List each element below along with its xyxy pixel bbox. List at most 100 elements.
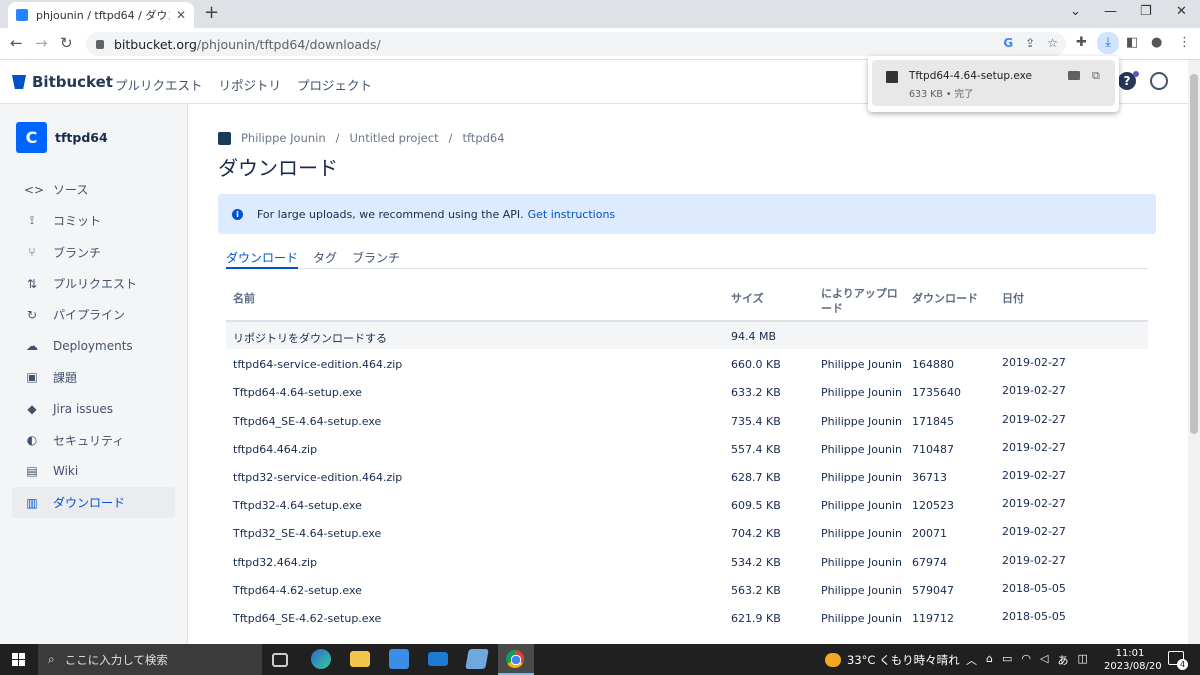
minimize-icon[interactable]: — — [1104, 4, 1117, 19]
share-icon[interactable]: ⇪ — [1025, 36, 1035, 50]
file-name-link[interactable]: Tftpd32_SE-4.64-setup.exe — [233, 527, 381, 540]
user-avatar-icon[interactable] — [1150, 72, 1168, 90]
repo-header[interactable]: C tftpd64 — [16, 122, 108, 153]
file-explorer-icon[interactable] — [350, 651, 370, 667]
sidebar-item[interactable]: ⇅ プルリクエスト — [12, 268, 175, 299]
repo-download-link[interactable]: リポジトリをダウンロードする — [233, 330, 387, 346]
table-row: Tftpd32_SE-4.64-setup.exe 704.2 KB Philipp… — [226, 519, 1148, 548]
file-name-link[interactable]: Tftpd64_SE-4.62-setup.exe — [233, 612, 381, 625]
file-name-link[interactable]: Tftpd32-4.64-setup.exe — [233, 499, 362, 512]
sidebar-item[interactable]: ▣ 課題 — [12, 362, 175, 393]
uploader-name: Philippe Jounin — [821, 611, 902, 625]
bitbucket-logo-icon — [12, 75, 26, 89]
weather-text: 33°C くもり時々晴れ — [847, 653, 960, 667]
open-file-icon[interactable]: ⧉ — [1092, 69, 1100, 83]
sidebar-item[interactable]: ▥ ダウンロード — [12, 486, 175, 519]
file-size: 633.2 KB — [731, 386, 781, 400]
top-nav: プルリクエスト リポジトリ プロジェクト — [115, 75, 372, 94]
file-name-link[interactable]: tftpd64-service-edition.464.zip — [233, 358, 402, 371]
breadcrumb-project[interactable]: Untitled project — [350, 131, 439, 145]
breadcrumb-repo[interactable]: tftpd64 — [462, 131, 504, 145]
file-icon — [886, 71, 898, 83]
nav-repositories[interactable]: リポジトリ — [219, 75, 282, 94]
close-window-icon[interactable]: ✕ — [1176, 4, 1187, 19]
nav-projects[interactable]: プロジェクト — [297, 75, 372, 94]
volume-icon[interactable]: ◁ — [1040, 652, 1048, 668]
pipeline-icon: ↻ — [26, 307, 38, 322]
sidebar-item[interactable]: <> ソース — [12, 174, 175, 205]
breadcrumb-owner[interactable]: Philippe Jounin — [241, 131, 326, 145]
col-downloads[interactable]: ダウンロード — [912, 290, 978, 306]
col-size[interactable]: サイズ — [731, 290, 764, 306]
sidebar-item-label: Deployments — [53, 339, 133, 354]
file-name-link[interactable]: tftpd64.464.zip — [233, 443, 317, 456]
sidebar-item[interactable]: ◐ セキュリティ — [12, 424, 175, 455]
tab-downloads[interactable]: ダウンロード — [226, 249, 299, 269]
edge-icon[interactable] — [311, 649, 331, 669]
tray-chevron-icon[interactable]: ︿ — [966, 652, 977, 668]
ime-mode-icon[interactable]: ◫ — [1077, 652, 1087, 668]
new-tab-icon[interactable]: + — [204, 4, 219, 22]
store-icon[interactable] — [389, 649, 409, 669]
extensions-icon[interactable]: ✚ — [1076, 35, 1087, 51]
battery-icon[interactable]: ▭ — [1002, 652, 1012, 668]
reload-icon[interactable]: ↻ — [60, 35, 73, 51]
maximize-icon[interactable]: ❐ — [1140, 4, 1152, 19]
sidebar-item[interactable]: ⟟ コミット — [12, 205, 175, 236]
wifi-icon[interactable]: ◠ — [1021, 652, 1031, 668]
close-tab-icon[interactable]: ✕ — [176, 8, 186, 22]
bitbucket-logo[interactable]: Bitbucket — [12, 73, 113, 91]
network-icon[interactable]: ⌂ — [986, 652, 993, 668]
clock[interactable]: 11:01 2023/08/20 — [1104, 647, 1162, 673]
ime-indicator[interactable]: あ — [1057, 652, 1068, 668]
taskbar-search[interactable]: ⌕ ここに入力して検索 — [38, 644, 262, 675]
file-name-link[interactable]: tftpd32.464.zip — [233, 556, 317, 569]
code-icon: <> — [24, 182, 45, 197]
col-date[interactable]: 日付 — [1002, 290, 1024, 306]
browser-tab[interactable]: phjounin / tftpd64 / ダウンロード — ✕ — [8, 2, 194, 28]
sidebar-item-label: プルリクエスト — [53, 277, 138, 292]
menu-icon[interactable]: ⋮ — [1178, 35, 1191, 51]
task-view-icon[interactable] — [272, 653, 288, 667]
profile-icon[interactable]: ● — [1151, 35, 1162, 51]
notes-app-icon[interactable] — [465, 649, 489, 669]
upload-date: 2019-02-27 — [1002, 384, 1066, 398]
nav-pull-requests[interactable]: プルリクエスト — [115, 75, 203, 94]
weather-widget[interactable]: 33°C くもり時々晴れ — [825, 652, 960, 668]
file-name-link[interactable]: tftpd32-service-edition.464.zip — [233, 471, 402, 484]
download-bubble: Tftpd64-4.64-setup.exe 633 KB • 完了 ⧉ — [868, 56, 1119, 112]
sidebar-item[interactable]: ⑂ ブランチ — [12, 237, 175, 268]
page-scrollbar[interactable] — [1188, 60, 1200, 644]
download-item[interactable]: Tftpd64-4.64-setup.exe 633 KB • 完了 ⧉ — [872, 60, 1115, 106]
search-placeholder: ここに入力して検索 — [64, 652, 168, 667]
forward-icon[interactable]: → — [35, 35, 48, 51]
uploader-name: Philippe Jounin — [821, 527, 902, 541]
tab-branches[interactable]: ブランチ — [352, 249, 400, 269]
sidebar-item[interactable]: ☁ Deployments — [12, 330, 175, 361]
col-uploader[interactable]: によりアップロード — [821, 286, 901, 316]
url-input[interactable]: bitbucket.org/phjounin/tftpd64/downloads… — [86, 32, 1066, 56]
file-name-link[interactable]: Tftpd64-4.62-setup.exe — [233, 584, 362, 597]
windows-start-icon[interactable] — [12, 653, 25, 666]
show-in-folder-icon[interactable] — [1068, 71, 1080, 80]
sidebar-item-label: コミット — [53, 214, 102, 229]
table-body: tftpd64-service-edition.464.zip 660.0 KB P… — [226, 350, 1148, 633]
tab-tags[interactable]: タグ — [313, 249, 337, 269]
mail-icon[interactable] — [428, 652, 448, 666]
download-icon[interactable]: ⤓ — [1097, 32, 1119, 54]
col-name[interactable]: 名前 — [233, 290, 255, 306]
file-name-link[interactable]: Tftpd64_SE-4.64-setup.exe — [233, 415, 381, 428]
back-icon[interactable]: ← — [10, 35, 23, 51]
download-count: 710487 — [912, 442, 954, 456]
get-instructions-link[interactable]: Get instructions — [528, 208, 616, 221]
scrollbar-thumb[interactable] — [1190, 74, 1198, 434]
google-icon[interactable]: G — [1003, 36, 1013, 50]
side-panel-icon[interactable]: ◧ — [1126, 35, 1138, 51]
repo-download-row[interactable]: リポジトリをダウンロードする 94.4 MB — [226, 322, 1148, 351]
sidebar-item[interactable]: ◆ Jira issues — [12, 393, 175, 424]
sidebar-item[interactable]: ▤ Wiki — [12, 456, 175, 487]
tab-search-icon[interactable]: ⌄ — [1070, 4, 1081, 19]
sidebar-item[interactable]: ↻ パイプライン — [12, 299, 175, 330]
bookmark-star-icon[interactable]: ☆ — [1047, 36, 1058, 50]
file-name-link[interactable]: Tftpd64-4.64-setup.exe — [233, 386, 362, 399]
